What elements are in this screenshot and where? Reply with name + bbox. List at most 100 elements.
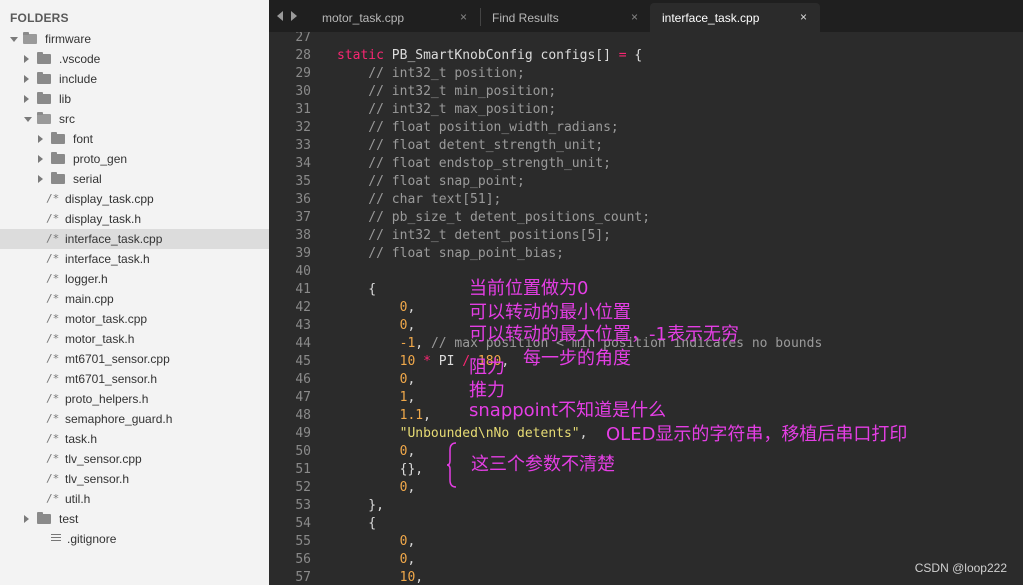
code-text: // float endstop_strength_unit;	[337, 155, 611, 173]
tree-item-label: main.cpp	[65, 292, 114, 306]
code-line: 46 0,	[269, 371, 1023, 389]
code-file-icon: /*	[46, 492, 60, 505]
tree-item-label: display_task.cpp	[65, 192, 154, 206]
chevron-down-icon[interactable]	[24, 117, 32, 122]
folder-item[interactable]: firmware	[0, 29, 269, 49]
tree-item-label: display_task.h	[65, 212, 142, 226]
code-token: static	[337, 48, 384, 63]
code-token: // char text[51];	[337, 192, 502, 207]
line-number: 43	[295, 318, 311, 333]
file-item[interactable]: /* mt6701_sensor.h	[0, 369, 269, 389]
tab-nav-arrows[interactable]	[277, 11, 303, 21]
tab-interface-task[interactable]: interface_task.cpp ×	[650, 3, 820, 32]
code-file-icon: /*	[46, 412, 60, 425]
chevron-right-icon[interactable]	[38, 135, 43, 143]
tab-bar: motor_task.cpp × Find Results × interfac…	[269, 0, 1023, 32]
folder-item[interactable]: .vscode	[0, 49, 269, 69]
code-token: ,	[407, 534, 416, 549]
tree-item-label: .gitignore	[67, 532, 117, 546]
file-item[interactable]: /* interface_task.h	[0, 249, 269, 269]
code-token: {},	[337, 462, 424, 477]
code-file-icon: /*	[46, 292, 60, 305]
code-token: 1.1	[399, 408, 424, 423]
watermark: CSDN @loop222	[914, 561, 1007, 575]
file-item[interactable]: /* task.h	[0, 429, 269, 449]
tree-item-label: proto_gen	[73, 152, 128, 166]
code-token: ,	[415, 336, 431, 351]
code-token: PI	[430, 354, 463, 369]
tree-item-label: tlv_sensor.h	[65, 472, 130, 486]
file-item[interactable]: /* display_task.cpp	[0, 189, 269, 209]
file-item[interactable]: /* proto_helpers.h	[0, 389, 269, 409]
tree-item-label: firmware	[45, 32, 92, 46]
folder-item[interactable]: test	[0, 509, 269, 529]
folder-item[interactable]: lib	[0, 89, 269, 109]
tab-label: Find Results	[492, 11, 559, 25]
tree-item-label: font	[73, 132, 94, 146]
code-token: // int32_t max_position;	[337, 102, 557, 117]
chevron-right-icon[interactable]	[38, 155, 43, 163]
folder-item[interactable]: proto_gen	[0, 149, 269, 169]
tab-close-icon[interactable]: ×	[460, 10, 467, 24]
code-line: 29 // int32_t position;	[269, 65, 1023, 83]
chevron-down-icon[interactable]	[10, 37, 18, 42]
tree-item-label: serial	[73, 172, 102, 186]
line-number: 40	[295, 264, 311, 279]
tab-close-icon[interactable]: ×	[800, 10, 807, 24]
tab-label: motor_task.cpp	[322, 11, 405, 25]
file-item[interactable]: /* mt6701_sensor.cpp	[0, 349, 269, 369]
chevron-right-icon[interactable]	[24, 95, 29, 103]
code-line: 27	[269, 32, 1023, 47]
code-line: 45 10 * PI / 180,	[269, 353, 1023, 371]
code-line: 31 // int32_t max_position;	[269, 101, 1023, 119]
file-item[interactable]: /* logger.h	[0, 269, 269, 289]
code-text: 0,	[337, 551, 416, 569]
code-file-icon: /*	[46, 332, 60, 345]
file-item[interactable]: .gitignore	[0, 529, 269, 549]
folder-item[interactable]: include	[0, 69, 269, 89]
file-item[interactable]: /* main.cpp	[0, 289, 269, 309]
annotation-oled-string: OLED显示的字符串，移植后串口打印	[606, 424, 908, 445]
file-item[interactable]: /* motor_task.cpp	[0, 309, 269, 329]
tree-item-label: motor_task.cpp	[65, 312, 148, 326]
folder-item[interactable]: font	[0, 129, 269, 149]
code-text: // int32_t position;	[337, 65, 525, 83]
code-text: // char text[51];	[337, 191, 501, 209]
tab-find-results[interactable]: Find Results ×	[480, 3, 648, 32]
file-item[interactable]: /* tlv_sensor.h	[0, 469, 269, 489]
line-number: 45	[295, 354, 311, 369]
file-item[interactable]: /* tlv_sensor.cpp	[0, 449, 269, 469]
code-line: 32 // float position_width_radians;	[269, 119, 1023, 137]
code-token: {	[337, 282, 377, 297]
file-item[interactable]: /* semaphore_guard.h	[0, 409, 269, 429]
file-item[interactable]: /* display_task.h	[0, 209, 269, 229]
folder-icon	[37, 92, 51, 104]
file-item[interactable]: /* motor_task.h	[0, 329, 269, 349]
code-text: 10,	[337, 569, 423, 585]
code-token: -1	[399, 336, 416, 351]
chevron-right-icon[interactable]	[24, 75, 29, 83]
line-number: 53	[295, 498, 311, 513]
code-line: 30 // int32_t min_position;	[269, 83, 1023, 101]
next-tab-icon[interactable]	[291, 11, 297, 21]
tree-item-label: .vscode	[59, 52, 101, 66]
line-number: 34	[295, 156, 311, 171]
tab-motor-task[interactable]: motor_task.cpp ×	[310, 3, 478, 32]
chevron-right-icon[interactable]	[38, 175, 43, 183]
code-file-icon: /*	[46, 352, 60, 365]
code-editor[interactable]: 27 28 static PB_SmartKnobConfig configs[] …	[269, 32, 1023, 585]
file-item[interactable]: /* interface_task.cpp	[0, 229, 269, 249]
file-item[interactable]: /* util.h	[0, 489, 269, 509]
chevron-right-icon[interactable]	[24, 515, 29, 523]
prev-tab-icon[interactable]	[277, 11, 283, 21]
chevron-right-icon[interactable]	[24, 55, 29, 63]
folder-item[interactable]: src	[0, 109, 269, 129]
code-text: 1,	[337, 389, 416, 407]
folder-item[interactable]: serial	[0, 169, 269, 189]
line-number: 37	[295, 210, 311, 225]
tab-close-icon[interactable]: ×	[631, 10, 638, 24]
code-file-icon: /*	[46, 372, 60, 385]
tab-label: interface_task.cpp	[662, 11, 760, 25]
